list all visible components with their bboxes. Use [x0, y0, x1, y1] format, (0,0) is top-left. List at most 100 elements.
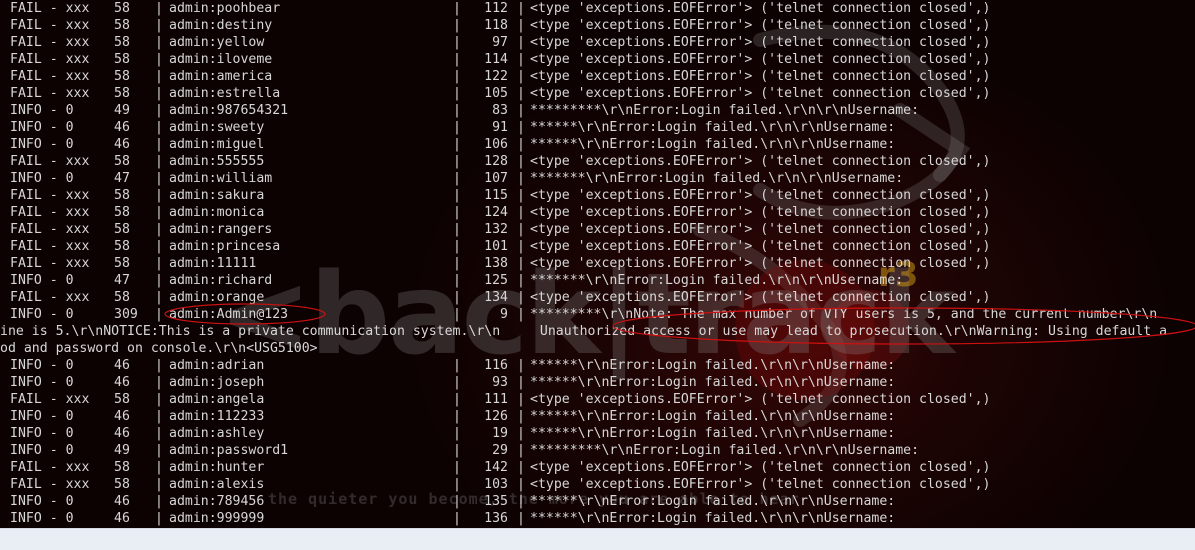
row-code: 58: [114, 86, 130, 101]
row-credential: admin:poohbear: [169, 1, 281, 16]
row-message: <type 'exceptions.EOFError'> ('telnet co…: [530, 18, 991, 33]
column-separator: |: [453, 256, 461, 271]
row-code: 309: [114, 307, 138, 322]
log-row: FAIL - xxx 58 | admin:iloveme | 114 | <type 'ex…: [0, 51, 1195, 68]
row-status: INFO - 0: [10, 511, 74, 526]
column-separator: |: [517, 103, 525, 118]
log-row: INFO - 0 46 | admin:112233 | 126 | ******\r\nEr…: [0, 408, 1195, 425]
row-code: 49: [114, 103, 130, 118]
row-length: 91: [492, 120, 508, 135]
row-length: 9: [500, 307, 508, 322]
row-credential: admin:112233: [169, 409, 265, 424]
row-code: 46: [114, 426, 130, 441]
log-row: INFO - 0 309 | admin:Admin@123 | 9 | *********\…: [0, 306, 1195, 323]
column-separator: |: [453, 511, 461, 526]
column-separator: |: [453, 120, 461, 135]
row-status: INFO - 0: [10, 426, 74, 441]
log-row: FAIL - xxx 58 | admin:11111 | 138 | <type 'exce…: [0, 255, 1195, 272]
row-message: <type 'exceptions.EOFError'> ('telnet co…: [530, 290, 991, 305]
column-separator: |: [155, 103, 163, 118]
column-separator: |: [517, 256, 525, 271]
row-message: <type 'exceptions.EOFError'> ('telnet co…: [530, 35, 991, 50]
row-length: 112: [484, 1, 508, 16]
row-length: 105: [484, 86, 508, 101]
row-code: 46: [114, 375, 130, 390]
row-code: 58: [114, 52, 130, 67]
row-status: INFO - 0: [10, 103, 74, 118]
log-row: INFO - 0 46 | admin:789456 | 135 | ******\r\nEr…: [0, 493, 1195, 510]
status-bar: [0, 528, 1195, 550]
row-message: <type 'exceptions.EOFError'> ('telnet co…: [530, 460, 991, 475]
column-separator: |: [517, 494, 525, 509]
row-length: 125: [484, 273, 508, 288]
column-separator: |: [453, 494, 461, 509]
log-row: INFO - 0 46 | admin:ashley | 19 | ******\r\nErr…: [0, 425, 1195, 442]
wrapped-line: od and password on console.\r\n<USG5100>: [0, 341, 318, 356]
row-status: INFO - 0: [10, 375, 74, 390]
row-message: <type 'exceptions.EOFError'> ('telnet co…: [530, 392, 991, 407]
row-credential: admin:orange: [169, 290, 265, 305]
column-separator: |: [453, 35, 461, 50]
column-separator: |: [155, 494, 163, 509]
row-length: 93: [492, 375, 508, 390]
row-status: INFO - 0: [10, 443, 74, 458]
column-separator: |: [517, 375, 525, 390]
column-separator: |: [155, 188, 163, 203]
row-code: 58: [114, 256, 130, 271]
row-credential: admin:alexis: [169, 477, 265, 492]
row-message: ******\r\nError:Login failed.\r\n\r\nUse…: [530, 375, 896, 390]
column-separator: |: [517, 188, 525, 203]
row-status: FAIL - xxx: [10, 460, 90, 475]
row-status: FAIL - xxx: [10, 290, 90, 305]
row-message: <type 'exceptions.EOFError'> ('telnet co…: [530, 256, 991, 271]
column-separator: |: [517, 154, 525, 169]
column-separator: |: [155, 69, 163, 84]
row-status: FAIL - xxx: [10, 222, 90, 237]
column-separator: |: [453, 103, 461, 118]
row-length: 142: [484, 460, 508, 475]
row-credential: admin:yellow: [169, 35, 265, 50]
row-code: 58: [114, 290, 130, 305]
row-length: 114: [484, 52, 508, 67]
row-code: 58: [114, 392, 130, 407]
row-code: 46: [114, 120, 130, 135]
row-message: *******\r\nError:Login failed.\r\n\r\nUs…: [530, 273, 904, 288]
column-separator: |: [517, 171, 525, 186]
column-separator: |: [453, 273, 461, 288]
row-code: 58: [114, 1, 130, 16]
row-length: 111: [484, 392, 508, 407]
column-separator: |: [155, 443, 163, 458]
column-separator: |: [517, 222, 525, 237]
row-message: <type 'exceptions.EOFError'> ('telnet co…: [530, 222, 991, 237]
row-code: 58: [114, 154, 130, 169]
row-message: <type 'exceptions.EOFError'> ('telnet co…: [530, 52, 991, 67]
log-row: FAIL - xxx 58 | admin:princesa | 101 | <type 'e…: [0, 238, 1195, 255]
column-separator: |: [517, 426, 525, 441]
row-credential: admin:hunter: [169, 460, 265, 475]
row-code: 58: [114, 18, 130, 33]
column-separator: |: [517, 35, 525, 50]
row-message: <type 'exceptions.EOFError'> ('telnet co…: [530, 1, 991, 16]
row-length: 132: [484, 222, 508, 237]
row-credential: admin:william: [169, 171, 273, 186]
row-credential: admin:adrian: [169, 358, 265, 373]
row-code: 58: [114, 35, 130, 50]
row-credential: admin:Admin@123: [169, 307, 289, 322]
terminal-window[interactable]: <back|track r3 the quieter you become, t…: [0, 0, 1195, 528]
column-separator: |: [453, 205, 461, 220]
column-separator: |: [453, 137, 461, 152]
row-status: INFO - 0: [10, 171, 74, 186]
column-separator: |: [517, 392, 525, 407]
row-code: 46: [114, 494, 130, 509]
row-status: INFO - 0: [10, 307, 74, 322]
column-separator: |: [155, 460, 163, 475]
log-row: FAIL - xxx 58 | admin:america | 122 | <type 'ex…: [0, 68, 1195, 85]
row-length: 126: [484, 409, 508, 424]
column-separator: |: [517, 69, 525, 84]
row-code: 58: [114, 239, 130, 254]
column-separator: |: [453, 1, 461, 16]
row-credential: admin:555555: [169, 154, 265, 169]
row-status: INFO - 0: [10, 409, 74, 424]
column-separator: |: [453, 52, 461, 67]
row-code: 58: [114, 205, 130, 220]
